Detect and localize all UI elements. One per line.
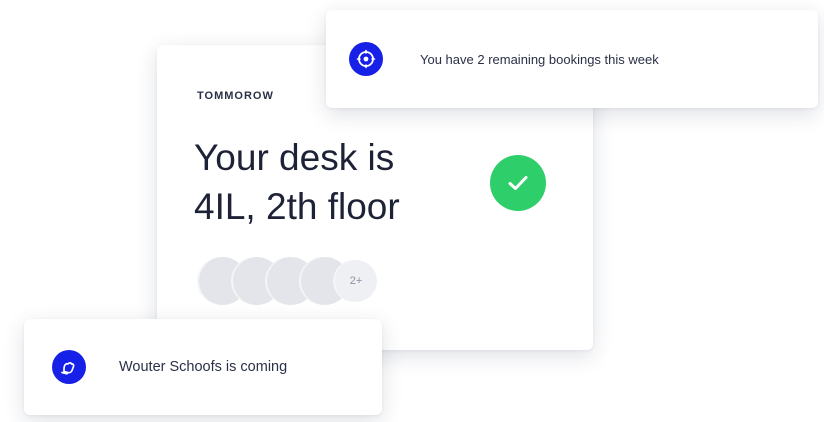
hand-wave-icon bbox=[52, 350, 86, 384]
desk-headline-line-1: Your desk is bbox=[194, 137, 395, 178]
bookings-notification-text: You have 2 remaining bookings this week bbox=[420, 51, 659, 67]
attendee-avatars: 2+ bbox=[199, 257, 399, 305]
desk-headline: Your desk is 4IL, 2th floor bbox=[194, 133, 474, 231]
booking-illustration: TOMMOROW Your desk is 4IL, 2th floor 2+ bbox=[0, 0, 824, 422]
colleague-notification: Wouter Schoofs is coming bbox=[24, 319, 382, 415]
colleague-notification-text: Wouter Schoofs is coming bbox=[119, 359, 288, 375]
desk-headline-line-2: 4IL, 2th floor bbox=[194, 186, 400, 227]
bookings-notification: You have 2 remaining bookings this week bbox=[326, 10, 818, 108]
booking-day-label: TOMMOROW bbox=[197, 90, 274, 102]
compass-icon bbox=[349, 42, 383, 76]
more-attendees-badge: 2+ bbox=[335, 260, 377, 302]
checkmark-icon bbox=[490, 155, 546, 211]
